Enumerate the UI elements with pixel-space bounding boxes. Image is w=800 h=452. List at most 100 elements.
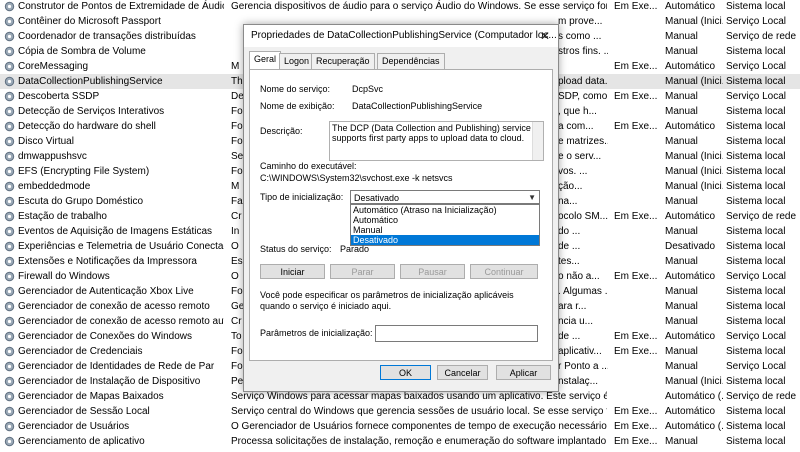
service-gear-icon [4, 376, 15, 387]
service-description-tail: m prove... [558, 16, 603, 27]
service-logon: Sistema local [726, 226, 786, 237]
service-description-tail: SDP, como ... [558, 91, 608, 102]
tab-geral[interactable]: Geral [249, 51, 282, 69]
exe-path-label: Caminho do executável: [260, 161, 357, 171]
service-description-tail: nstalaç... [558, 376, 599, 387]
service-startup-type: Manual [665, 436, 698, 447]
service-startup-type: Manual [665, 91, 698, 102]
service-gear-icon [4, 256, 15, 267]
start-button[interactable]: Iniciar [260, 264, 325, 279]
service-gear-icon [4, 166, 15, 177]
tab-logon[interactable]: Logon [279, 53, 315, 69]
service-gear-icon [4, 196, 15, 207]
service-gear-icon [4, 121, 15, 132]
service-logon: Serviço Local [726, 91, 787, 102]
service-startup-type: Automático [665, 331, 716, 342]
service-startup-type: Manual [665, 136, 698, 147]
description-box[interactable]: The DCP (Data Collection and Publishing)… [329, 121, 544, 161]
startup-option-manual[interactable]: Manual [351, 225, 539, 235]
tab-dependencias[interactable]: Dependências [377, 53, 445, 69]
service-logon: Sistema local [726, 301, 786, 312]
startup-option-disabled[interactable]: Desativado [351, 235, 539, 245]
chevron-down-icon[interactable]: ▼ [528, 191, 536, 205]
service-logon: Sistema local [726, 421, 786, 432]
service-description-tail: ção... [558, 181, 583, 192]
exe-path-value: C:\WINDOWS\System32\svchost.exe -k netsv… [260, 173, 453, 183]
service-row[interactable]: Construtor de Pontos de Extremidade de Á… [0, 0, 800, 14]
service-startup-type: Manual [665, 106, 698, 117]
close-icon[interactable]: ✕ [538, 29, 552, 43]
service-name: Extensões e Notificações da Impressora [18, 256, 197, 267]
ok-button[interactable]: OK [380, 365, 431, 380]
service-startup-type: Manual (Inici... [665, 16, 723, 27]
apply-button[interactable]: Aplicar [496, 365, 551, 380]
service-gear-icon [4, 361, 15, 372]
resume-button[interactable]: Continuar [470, 264, 538, 279]
service-logon: Sistema local [726, 436, 786, 447]
service-startup-type: Automático [665, 61, 716, 72]
service-logon: Sistema local [726, 166, 786, 177]
service-status: Em Exe... [614, 121, 658, 132]
service-row[interactable]: Gerenciamento de aplicativo Processa soli… [0, 434, 800, 449]
service-logon: Serviço Local [726, 361, 787, 372]
service-status-label: Status do serviço: [260, 244, 332, 254]
startup-option-automatic-delayed[interactable]: Automático (Atraso na Inicialização) [351, 205, 539, 215]
service-name: Detecção do hardware do shell [18, 121, 156, 132]
service-status: Em Exe... [614, 346, 658, 357]
service-gear-icon [4, 271, 15, 282]
dialog-titlebar[interactable]: Propriedades de DataCollectionPublishing… [244, 25, 558, 47]
service-name: Gerenciador de Conexões do Windows [18, 331, 192, 342]
description-scrollbar[interactable] [532, 122, 543, 160]
service-name: Experiências e Telemetria de Usuário Con… [18, 241, 224, 252]
service-description-tail: vos. ... [558, 166, 588, 177]
service-name: Gerenciador de Identidades de Rede de Pa… [18, 361, 215, 372]
service-name-label: Nome do serviço: [260, 84, 331, 94]
service-gear-icon [4, 226, 15, 237]
service-description-tail: tes... [558, 256, 580, 267]
service-name: Coordenador de transações distribuídas [18, 31, 196, 42]
service-gear-icon [4, 406, 15, 417]
service-row[interactable]: Gerenciador de Sessão Local Serviço centr… [0, 404, 800, 419]
service-startup-type: Manual [665, 46, 698, 57]
service-name: Gerenciador de Credenciais [18, 346, 143, 357]
startup-option-automatic[interactable]: Automático [351, 215, 539, 225]
service-description-tail: ocolo SM... [558, 211, 608, 222]
service-gear-icon [4, 151, 15, 162]
service-logon: Sistema local [726, 346, 786, 357]
service-startup-type: Manual [665, 301, 698, 312]
service-description-tail: de ... [558, 331, 581, 342]
params-input[interactable] [375, 325, 538, 342]
service-logon: Sistema local [726, 286, 786, 297]
service-startup-type: Manual (Inici... [665, 181, 723, 192]
startup-type-label: Tipo de inicialização: [260, 192, 344, 202]
service-name: Firewall do Windows [18, 271, 110, 282]
service-name: Descoberta SSDP [18, 91, 100, 102]
cancel-button[interactable]: Cancelar [437, 365, 488, 380]
tab-recuperacao[interactable]: Recuperação [311, 53, 375, 69]
pause-button[interactable]: Pausar [400, 264, 465, 279]
service-logon: Sistema local [726, 1, 786, 12]
service-logon: Serviço Local [726, 331, 787, 342]
service-description-tail: aplicativ... [558, 346, 602, 357]
service-gear-icon [4, 136, 15, 147]
service-startup-type: Manual [665, 316, 698, 327]
service-name: embeddedmode [18, 181, 91, 192]
service-status: Em Exe... [614, 436, 658, 447]
service-name: Gerenciador de Usuários [18, 421, 130, 432]
service-name: Eventos de Aquisição de Imagens Estática… [18, 226, 213, 237]
service-name: Gerenciador de conexão de acesso remoto … [18, 316, 224, 327]
service-description-tail: ara r... [558, 301, 587, 312]
stop-button[interactable]: Parar [330, 264, 395, 279]
service-row[interactable]: Gerenciador de Usuários O Gerenciador de … [0, 419, 800, 434]
service-logon: Serviço de rede [726, 391, 797, 402]
service-status: Em Exe... [614, 91, 658, 102]
startup-type-select[interactable]: Desativado ▼ [350, 190, 540, 204]
service-status-value: Parado [340, 244, 370, 254]
service-name: Contêiner do Microsoft Passport [18, 16, 161, 27]
service-gear-icon [4, 286, 15, 297]
params-note: Você pode especificar os parâmetros de i… [260, 290, 514, 311]
service-gear-icon [4, 106, 15, 117]
dialog-title: Propriedades de DataCollectionPublishing… [251, 30, 557, 41]
service-name: Gerenciador de Autenticação Xbox Live [18, 286, 194, 297]
service-description-tail: r Ponto a ... [558, 361, 608, 372]
